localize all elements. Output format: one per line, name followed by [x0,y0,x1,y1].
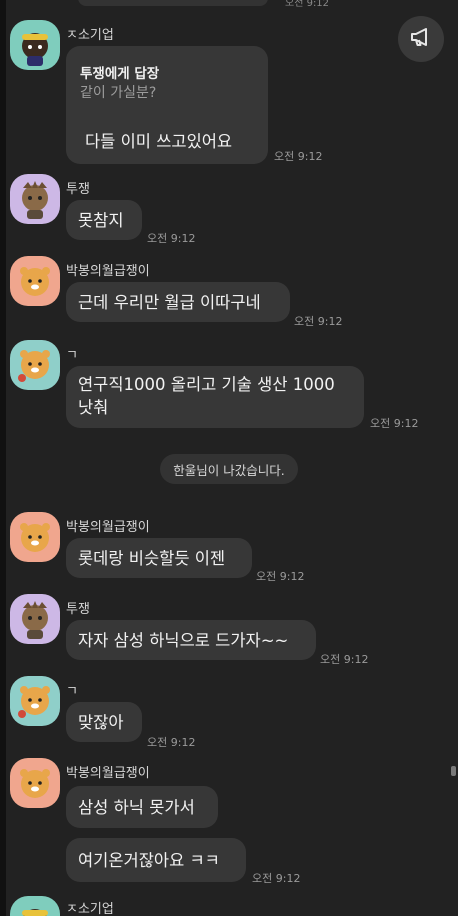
avatar-g[interactable] [10,676,60,726]
message-time: 오전 9:12 [147,232,196,245]
message-time: 오전 9:12 [370,417,419,430]
message-text: 맞잖아 [78,712,124,732]
ryan-avatar-icon [10,758,60,808]
sender-name: 박봉의월급쟁이 [66,520,150,535]
avatar-jsogiup[interactable] [10,20,60,70]
previous-message-time: 오전 9:12 [285,0,330,9]
sender-name: 투쟁 [66,182,90,197]
reply-title: 투쟁에게 답장 [80,66,160,82]
message-text: 삼성 하닉 못가서 [78,797,195,817]
message-text: 연구직1000 올리고 기술 생산 1000 낫춰 [78,375,335,417]
sender-name: ㅈ소기업 [66,28,114,43]
ryan-avatar-icon [10,676,60,726]
message-time: 오전 9:12 [256,570,305,583]
message-text: 근데 우리만 월급 이따구네 [78,292,261,312]
muzi-avatar-icon [10,896,60,916]
message-text: 롯데랑 비슷할듯 이젠 [78,548,226,568]
avatar-tujaeng[interactable] [10,174,60,224]
avatar-bakbong[interactable] [10,256,60,306]
megaphone-icon [409,26,433,52]
previous-message-bubble [78,0,268,6]
message-text: 못참지 [78,210,124,230]
ryan-avatar-icon [10,512,60,562]
avatar-bakbong[interactable] [10,758,60,808]
message-bubble[interactable]: 연구직1000 올리고 기술 생산 1000 낫춰 [66,366,364,428]
sender-name: ㄱ [66,348,78,363]
reply-quote: 같이 가실분? [80,85,157,101]
message-time: 오전 9:12 [252,872,301,885]
ryan-avatar-icon [10,340,60,390]
sender-name: ㄱ [66,684,78,699]
avatar-bakbong[interactable] [10,512,60,562]
message-bubble[interactable]: 못참지 [66,200,142,240]
message-bubble[interactable]: 여기온거잖아요 ㅋㅋ [66,838,246,882]
left-edge [0,0,6,916]
message-time: 오전 9:12 [274,150,323,163]
system-notice-text: 한울님이 나갔습니다. [173,462,285,478]
message-time: 오전 9:12 [294,315,343,328]
message-bubble[interactable]: 근데 우리만 월급 이따구네 [66,282,290,322]
reply-message-text: 다들 이미 쓰고있어요 [85,132,233,151]
ryan-avatar-icon [10,256,60,306]
sender-name: 박봉의월급쟁이 [66,264,150,279]
system-notice: 한울님이 나갔습니다. [160,454,298,484]
announcement-button[interactable] [398,16,444,62]
chat-screen: 오전 9:12 ㅈ소기업 투쟁에게 답장 같이 가실분? 다들 이미 쓰고있어요… [0,0,458,916]
sender-name: ㅈ소기업 [66,902,114,916]
message-bubble[interactable]: 자자 삼성 하닉으로 드가자~~ [66,620,316,660]
muzi-avatar-icon [10,20,60,70]
tube-avatar-icon [10,594,60,644]
message-text: 자자 삼성 하닉으로 드가자~~ [78,630,289,650]
avatar-jsogiup[interactable] [10,896,60,916]
sender-name: 박봉의월급쟁이 [66,766,150,781]
sender-name: 투쟁 [66,602,90,617]
tube-avatar-icon [10,174,60,224]
message-bubble[interactable]: 맞잖아 [66,702,142,742]
message-bubble[interactable]: 롯데랑 비슷할듯 이젠 [66,538,252,578]
message-time: 오전 9:12 [320,653,369,666]
scrollbar-thumb[interactable] [451,766,456,776]
message-text: 여기온거잖아요 ㅋㅋ [78,850,220,870]
avatar-tujaeng[interactable] [10,594,60,644]
message-time: 오전 9:12 [147,736,196,749]
avatar-g[interactable] [10,340,60,390]
message-bubble[interactable]: 삼성 하닉 못가서 [66,786,218,828]
